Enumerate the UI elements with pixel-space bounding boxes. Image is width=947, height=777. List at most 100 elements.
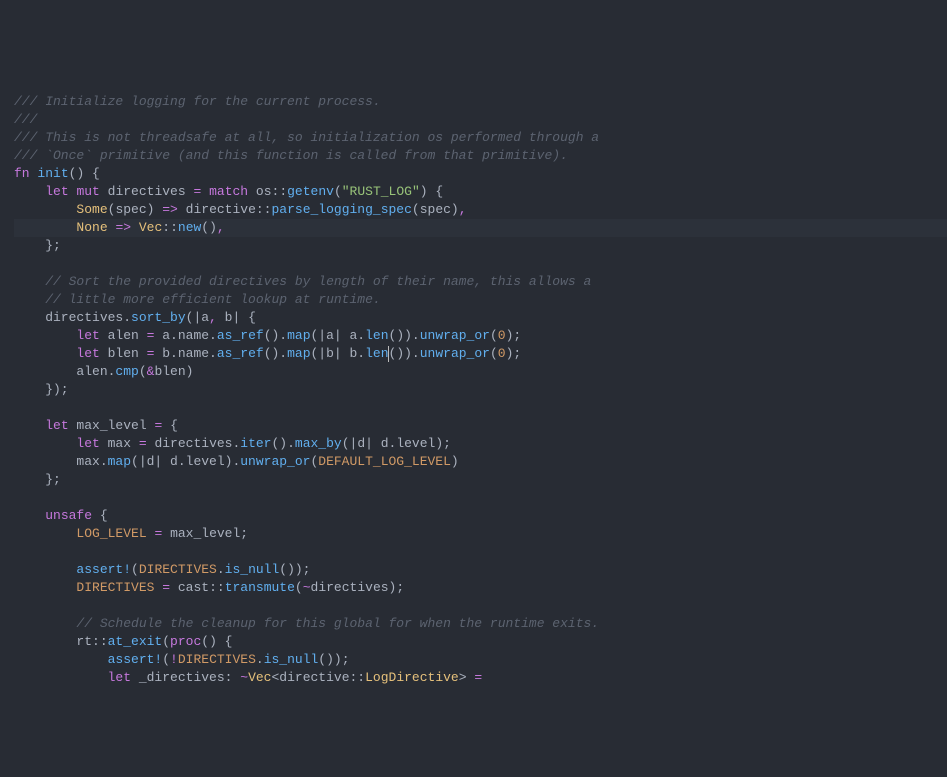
token-punct: (: [139, 364, 147, 379]
code-line[interactable]: Some(spec) => directive::parse_logging_s…: [14, 201, 947, 219]
code-editor[interactable]: /// Initialize logging for the current p…: [0, 90, 947, 687]
code-line[interactable]: [14, 399, 947, 417]
code-line[interactable]: let alen = a.name.as_ref().map(|a| a.len…: [14, 327, 947, 345]
token-op: ~: [240, 670, 248, 685]
code-line[interactable]: // little more efficient lookup at runti…: [14, 291, 947, 309]
code-line[interactable]: };: [14, 237, 947, 255]
code-line[interactable]: let _directives: ~Vec<directive::LogDire…: [14, 669, 947, 687]
token-string: "RUST_LOG": [342, 184, 420, 199]
code-line[interactable]: // Sort the provided directives by lengt…: [14, 273, 947, 291]
code-line[interactable]: /// Initialize logging for the current p…: [14, 93, 947, 111]
token-punct: (: [162, 652, 170, 667]
token-plain: directives.: [147, 436, 241, 451]
token-plain: directive: [178, 202, 256, 217]
token-punct: ().: [272, 436, 295, 451]
code-line[interactable]: [14, 255, 947, 273]
token-plain: [14, 202, 76, 217]
token-punct: :: [225, 670, 241, 685]
token-punct: ::: [272, 184, 288, 199]
token-punct: (|d| d.level): [342, 436, 443, 451]
token-plain: [14, 526, 76, 541]
token-keyword: let: [76, 346, 99, 361]
code-line[interactable]: directives.sort_by(|a, b| {: [14, 309, 947, 327]
token-punct: ());: [318, 652, 349, 667]
token-func: assert!: [108, 652, 163, 667]
code-line[interactable]: unsafe {: [14, 507, 947, 525]
token-plain: }: [14, 238, 53, 253]
token-plain: [131, 220, 139, 235]
token-punct: );: [506, 346, 522, 361]
token-punct: );: [389, 580, 405, 595]
token-func: max_by: [295, 436, 342, 451]
token-type: None: [76, 220, 107, 235]
token-punct: (: [490, 346, 498, 361]
token-op: =: [474, 670, 482, 685]
code-line[interactable]: alen.cmp(&blen): [14, 363, 947, 381]
token-plain: alen: [100, 328, 147, 343]
token-num: 0: [498, 346, 506, 361]
token-punct: ) {: [420, 184, 443, 199]
token-punct: () {: [201, 634, 232, 649]
token-const: DIRECTIVES: [139, 562, 217, 577]
code-line[interactable]: };: [14, 471, 947, 489]
token-func: is_null: [225, 562, 280, 577]
token-type: Some: [76, 202, 107, 217]
token-punct: ()).: [389, 328, 420, 343]
code-line[interactable]: assert!(!DIRECTIVES.is_null());: [14, 651, 947, 669]
token-punct: (|b| b.: [311, 346, 366, 361]
token-plain: directives.: [14, 310, 131, 325]
token-func: map: [287, 328, 310, 343]
token-plain: blen: [154, 364, 185, 379]
code-line[interactable]: let max_level = {: [14, 417, 947, 435]
token-punct: (: [490, 328, 498, 343]
token-punct: ;: [443, 436, 451, 451]
token-plain: os: [248, 184, 271, 199]
token-const: LOG_LEVEL: [76, 526, 146, 541]
token-punct: (: [162, 634, 170, 649]
code-line[interactable]: [14, 543, 947, 561]
token-plain: [14, 580, 76, 595]
code-line[interactable]: fn init() {: [14, 165, 947, 183]
code-line[interactable]: [14, 489, 947, 507]
code-line[interactable]: // Schedule the cleanup for this global …: [14, 615, 947, 633]
token-func: len: [365, 346, 388, 361]
code-line[interactable]: None => Vec::new(),: [14, 219, 947, 237]
token-op: ,: [209, 310, 217, 325]
token-keyword: let: [76, 328, 99, 343]
token-keyword: fn: [14, 166, 30, 181]
code-line[interactable]: /// This is not threadsafe at all, so in…: [14, 129, 947, 147]
token-punct: () {: [69, 166, 100, 181]
token-func: unwrap_or: [420, 328, 490, 343]
token-op: =: [139, 436, 147, 451]
token-plain: a.name.: [154, 328, 216, 343]
code-line[interactable]: LOG_LEVEL = max_level;: [14, 525, 947, 543]
token-punct: (spec): [412, 202, 459, 217]
token-func: assert!: [76, 562, 131, 577]
token-punct: ::: [92, 634, 108, 649]
token-plain: [14, 616, 76, 631]
code-line[interactable]: DIRECTIVES = cast::transmute(~directives…: [14, 579, 947, 597]
token-func: transmute: [225, 580, 295, 595]
token-plain: b: [217, 310, 233, 325]
token-const: DIRECTIVES: [178, 652, 256, 667]
token-keyword: let: [45, 418, 68, 433]
token-plain: blen: [100, 346, 147, 361]
token-plain: [14, 508, 45, 523]
token-comment: ///: [14, 112, 37, 127]
token-punct: (|a: [186, 310, 209, 325]
code-line[interactable]: });: [14, 381, 947, 399]
code-line[interactable]: rt::at_exit(proc() {: [14, 633, 947, 651]
code-line[interactable]: assert!(DIRECTIVES.is_null());: [14, 561, 947, 579]
token-punct: ): [451, 454, 459, 469]
code-line[interactable]: let mut directives = match os::getenv("R…: [14, 183, 947, 201]
token-func: parse_logging_spec: [271, 202, 411, 217]
token-plain: [14, 292, 45, 307]
code-line[interactable]: max.map(|d| d.level).unwrap_or(DEFAULT_L…: [14, 453, 947, 471]
code-line[interactable]: let blen = b.name.as_ref().map(|b| b.len…: [14, 345, 947, 363]
code-line[interactable]: ///: [14, 111, 947, 129]
code-line[interactable]: let max = directives.iter().max_by(|d| d…: [14, 435, 947, 453]
token-plain: [14, 328, 76, 343]
token-op: =>: [162, 202, 178, 217]
token-const: DIRECTIVES: [76, 580, 154, 595]
code-line[interactable]: /// `Once` primitive (and this function …: [14, 147, 947, 165]
